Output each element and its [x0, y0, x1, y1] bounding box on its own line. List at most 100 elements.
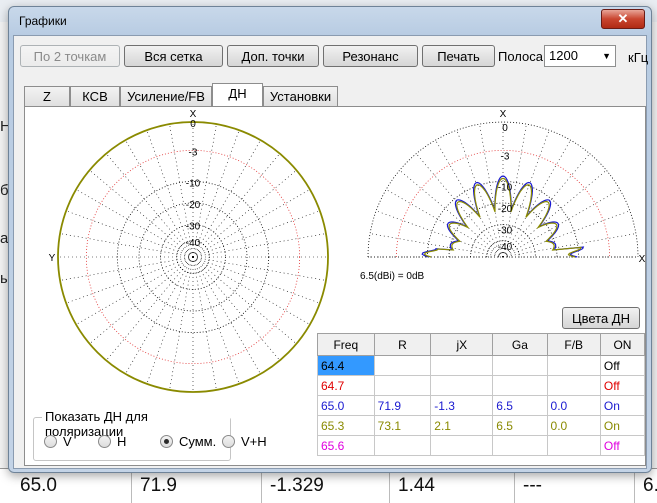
polar-spoke: [125, 256, 194, 375]
polar-spoke: [192, 189, 311, 258]
table-cell[interactable]: 65.0: [317, 395, 375, 416]
table-cell[interactable]: On: [599, 395, 646, 416]
table-cell[interactable]: 65.3: [317, 415, 375, 436]
table-cell[interactable]: [430, 355, 494, 376]
polar-spoke: [376, 210, 504, 258]
table-cell[interactable]: [546, 375, 601, 396]
window-client-area: По 2 точкам Вся сетка Доп. точки Резонан…: [13, 35, 649, 469]
table-cell[interactable]: [373, 375, 432, 396]
table-cell[interactable]: [430, 375, 494, 396]
table-cell[interactable]: 73.1: [373, 415, 432, 436]
polar-spoke: [146, 256, 194, 384]
table-cell[interactable]: [492, 355, 548, 376]
radio-vh[interactable]: V+H: [222, 434, 267, 449]
table-cell[interactable]: 64.7: [317, 375, 375, 396]
table-body: 64.4 Off 64.7 Off 65.0 71.9 -1.3 6.5 0.0 On 65.3 73…: [317, 355, 646, 456]
print-button[interactable]: Печать: [422, 45, 495, 67]
scale-label: -20: [186, 200, 201, 211]
axis-label-x: X: [500, 109, 507, 120]
table-header-cell[interactable]: jX: [430, 333, 494, 356]
table-row[interactable]: 65.6 Off: [317, 435, 646, 456]
close-icon: ✕: [617, 11, 629, 26]
tab-gain-fb[interactable]: Усиление/FB: [120, 86, 212, 106]
table-header-cell[interactable]: R: [373, 333, 432, 356]
table-cell[interactable]: 0.0: [546, 415, 601, 436]
band-unit: кГц: [628, 50, 649, 65]
background-cell: 65.0: [12, 469, 132, 503]
polar-spoke: [192, 210, 320, 258]
table-header-cell[interactable]: Freq: [317, 333, 375, 356]
table-cell[interactable]: Off: [599, 435, 646, 456]
pattern-colors-button[interactable]: Цвета ДН: [562, 307, 640, 329]
polar-spoke: [105, 256, 194, 361]
table-row[interactable]: 65.0 71.9 -1.3 6.5 0.0 On: [317, 395, 646, 416]
radio-h[interactable]: H: [98, 434, 126, 449]
tab-z[interactable]: Z: [24, 86, 70, 106]
full-grid-button[interactable]: Вся сетка: [124, 45, 223, 67]
radio-indicator: [222, 435, 235, 448]
table-cell[interactable]: 2.1: [430, 415, 494, 436]
scale-label: -10: [498, 182, 513, 193]
table-cell[interactable]: [492, 375, 548, 396]
table-cell[interactable]: On: [599, 415, 646, 436]
band-select[interactable]: 1200 ▼: [544, 45, 616, 67]
close-button[interactable]: ✕: [601, 9, 645, 29]
resonance-button[interactable]: Резонанс: [323, 45, 418, 67]
polar-spoke: [192, 256, 327, 281]
extra-points-button[interactable]: Доп. точки: [227, 45, 319, 67]
scale-label: -3: [501, 151, 510, 162]
radio-label: Сумм.: [179, 434, 217, 449]
table-row[interactable]: 65.3 73.1 2.1 6.5 0.0 On: [317, 415, 646, 436]
table-cell[interactable]: Off: [599, 355, 646, 376]
tab-pattern[interactable]: ДН: [212, 83, 263, 106]
table-cell[interactable]: 6.5: [492, 415, 548, 436]
table-cell[interactable]: [546, 435, 601, 456]
table-cell[interactable]: 71.9: [373, 395, 432, 416]
band-value: 1200: [549, 48, 578, 63]
chevron-down-icon: ▼: [602, 51, 611, 61]
tab-bar: Z КСВ Усиление/FB ДН Установки: [24, 83, 644, 106]
polar-spoke: [435, 139, 504, 258]
table-cell[interactable]: 65.6: [317, 435, 375, 456]
background-cell: 6.4: [643, 475, 657, 496]
table-cell[interactable]: -1.3: [430, 395, 494, 416]
polar-spoke: [75, 189, 194, 258]
table-cell[interactable]: 64.4: [317, 355, 375, 376]
polar-spoke: [66, 210, 194, 258]
table-row[interactable]: 64.7 Off: [317, 375, 646, 396]
table-header-cell[interactable]: F/B: [546, 333, 601, 356]
window-title: Графики: [19, 14, 67, 28]
band-label: Полоса: [498, 49, 543, 64]
table-header-cell[interactable]: Ga: [492, 333, 548, 356]
scale-label: -40: [186, 238, 201, 249]
scale-label: -20: [498, 204, 513, 215]
tab-settings[interactable]: Установки: [263, 86, 338, 106]
radio-v[interactable]: V: [44, 434, 72, 449]
tab-swr[interactable]: КСВ: [70, 86, 120, 106]
axis-label-y: Y: [49, 253, 56, 264]
polar-spoke: [66, 256, 194, 304]
table-cell[interactable]: [373, 355, 432, 376]
polar-spoke: [59, 256, 194, 281]
scale-label: -3: [189, 147, 198, 158]
radio-indicator: [98, 435, 111, 448]
graphs-window: Графики ✕ По 2 точкам Вся сетка Доп. точ…: [8, 6, 652, 473]
table-cell[interactable]: 6.5: [492, 395, 548, 416]
polar-spoke: [192, 256, 240, 384]
table-cell[interactable]: [546, 355, 601, 376]
by-two-points-button[interactable]: По 2 точкам: [20, 45, 120, 67]
polar-spoke: [192, 169, 297, 258]
table-cell[interactable]: [492, 435, 548, 456]
radio-sum[interactable]: Сумм.: [160, 434, 216, 449]
radio-label: H: [117, 434, 127, 449]
table-cell[interactable]: [430, 435, 494, 456]
table-cell[interactable]: 0.0: [546, 395, 601, 416]
polar-spoke: [502, 189, 621, 258]
pattern-panel: 0 -3 -10 -20 -30 -40 X Y 0 -3 -10 -20 -30 -40 X X 6.5(dB…: [24, 106, 646, 466]
table-header-cell[interactable]: ON: [599, 333, 646, 356]
table-cell[interactable]: [373, 435, 432, 456]
table-row[interactable]: 64.4 Off: [317, 355, 646, 376]
table-cell[interactable]: Off: [599, 375, 646, 396]
reference-label: 6.5(dBi) = 0dB: [360, 271, 425, 282]
polar-spoke: [169, 256, 194, 391]
